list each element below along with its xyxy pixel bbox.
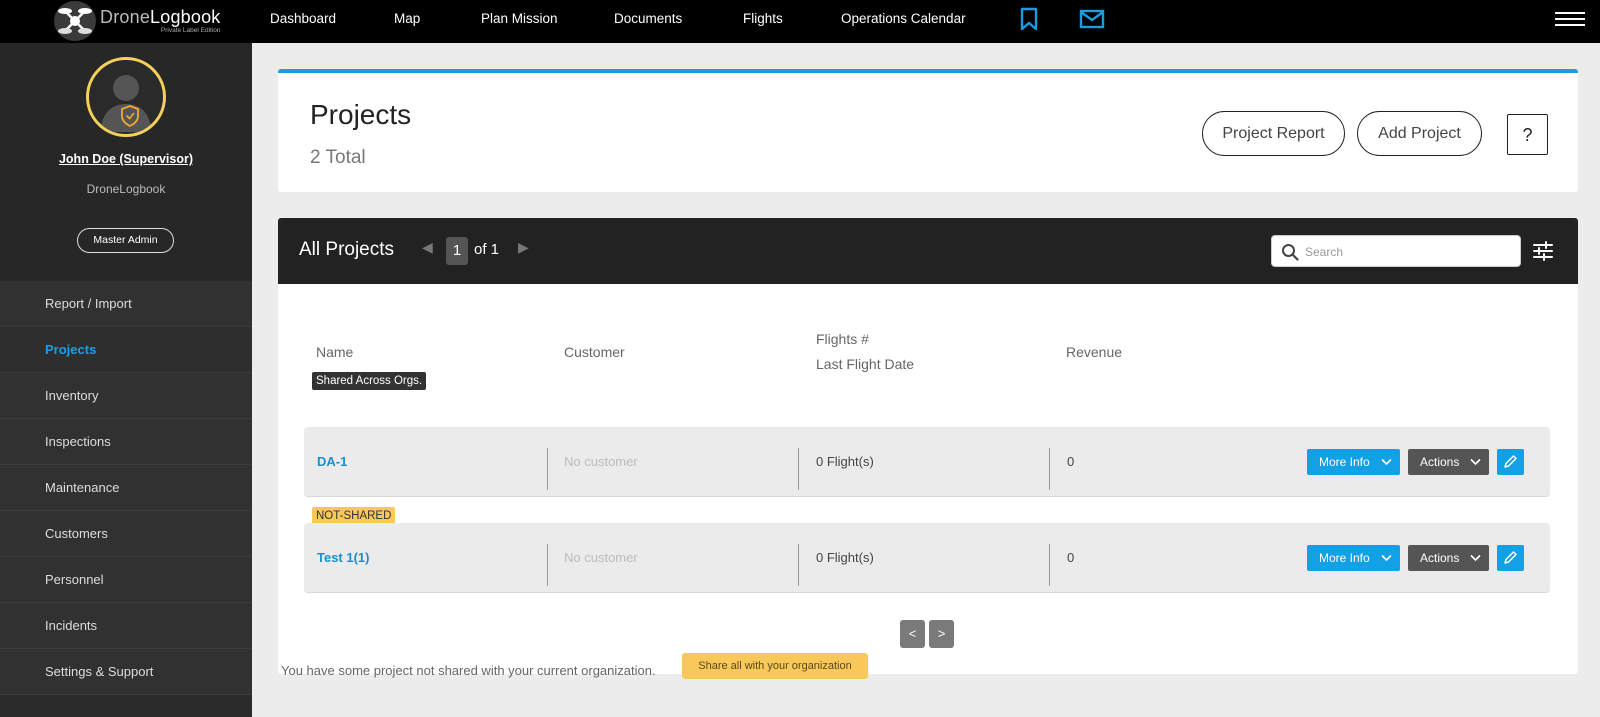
add-project-button[interactable]: Add Project	[1357, 111, 1482, 156]
logo-title: DroneLogbook	[100, 6, 221, 27]
actions-label: Actions	[1420, 551, 1460, 565]
customer-cell: No customer	[564, 454, 638, 469]
logo-subtitle: Private Label Edition	[160, 26, 221, 34]
sidebar-item-customers[interactable]: Customers	[0, 511, 252, 557]
actions-dropdown-button[interactable]: Actions	[1408, 545, 1489, 571]
actions-label: Actions	[1420, 455, 1460, 469]
actions-dropdown-button[interactable]: Actions	[1408, 449, 1489, 475]
table-row: Test 1(1) No customer 0 Flight(s) 0 More…	[304, 523, 1550, 593]
search-input[interactable]	[1305, 242, 1510, 262]
list-header: All Projects ◀ 1 of 1 ▶	[278, 218, 1578, 284]
chevron-down-icon	[1470, 458, 1481, 466]
flights-cell: 0 Flight(s)	[816, 454, 874, 469]
more-info-button[interactable]: More Info	[1307, 449, 1400, 475]
more-info-button[interactable]: More Info	[1307, 545, 1400, 571]
role-badge[interactable]: Master Admin	[77, 228, 174, 253]
user-name-link[interactable]: John Doe (Supervisor)	[0, 152, 252, 166]
project-count: 2 Total	[310, 147, 366, 168]
column-divider	[547, 544, 548, 586]
page-header-card: Projects 2 Total Project Report Add Proj…	[278, 69, 1578, 192]
organization-name: DroneLogbook	[86, 182, 166, 196]
avatar[interactable]	[86, 57, 166, 137]
column-divider	[547, 448, 548, 490]
search-icon	[1282, 244, 1299, 261]
nav-map[interactable]: Map	[394, 0, 420, 37]
drone-logo-icon	[54, 1, 96, 41]
sidebar-item-inventory[interactable]: Inventory	[0, 373, 252, 419]
sidebar-item-inspections[interactable]: Inspections	[0, 419, 252, 465]
nav-documents[interactable]: Documents	[614, 0, 682, 37]
sidebar-item-maintenance[interactable]: Maintenance	[0, 465, 252, 511]
sidebar-item-incidents[interactable]: Incidents	[0, 603, 252, 649]
more-info-label: More Info	[1319, 455, 1370, 469]
bookmark-icon[interactable]	[1016, 6, 1042, 32]
main-content: Projects 2 Total Project Report Add Proj…	[252, 43, 1600, 717]
help-button[interactable]: ?	[1507, 114, 1548, 155]
column-divider	[1049, 448, 1050, 490]
sidebar-menu: Report / Import Projects Inventory Inspe…	[0, 281, 252, 695]
prev-page-button[interactable]: <	[900, 620, 925, 648]
revenue-cell: 0	[1067, 550, 1075, 565]
chevron-down-icon	[1381, 554, 1392, 562]
sidebar-item-projects[interactable]: Projects	[0, 327, 252, 373]
column-divider	[798, 544, 799, 586]
projects-list-card: All Projects ◀ 1 of 1 ▶ Name Customer Fl…	[278, 218, 1578, 674]
filter-sliders-icon[interactable]	[1532, 240, 1554, 262]
nav-flights[interactable]: Flights	[743, 0, 783, 37]
hamburger-menu-icon[interactable]	[1555, 12, 1585, 30]
next-page-button[interactable]: >	[929, 620, 954, 648]
edit-pencil-icon[interactable]	[1497, 545, 1524, 571]
column-header-customer: Customer	[564, 344, 625, 360]
nav-operations-calendar[interactable]: Operations Calendar	[841, 0, 966, 37]
pager-next-icon[interactable]: ▶	[518, 239, 529, 256]
nav-dashboard[interactable]: Dashboard	[270, 0, 336, 37]
page-title: Projects	[310, 99, 412, 130]
pager-prev-icon[interactable]: ◀	[422, 239, 433, 256]
sidebar: John Doe (Supervisor) DroneLogbook Maste…	[0, 43, 252, 717]
not-shared-notice: You have some project not shared with yo…	[281, 663, 656, 678]
pager-total-pages: of 1	[474, 241, 500, 258]
edit-pencil-icon[interactable]	[1497, 449, 1524, 475]
chevron-down-icon	[1470, 554, 1481, 562]
list-title: All Projects	[299, 239, 395, 260]
more-info-label: More Info	[1319, 551, 1370, 565]
search-box	[1271, 235, 1521, 267]
user-profile: John Doe (Supervisor) DroneLogbook Maste…	[0, 43, 252, 281]
column-divider	[798, 448, 799, 490]
mail-icon[interactable]	[1079, 6, 1105, 32]
project-name-link[interactable]: Test 1(1)	[317, 523, 370, 593]
column-header-last-flight-date: Last Flight Date	[816, 356, 915, 372]
share-all-button[interactable]: Share all with your organization	[682, 653, 868, 679]
column-header-flights: Flights #	[816, 331, 869, 347]
project-report-button[interactable]: Project Report	[1202, 111, 1345, 156]
app-logo[interactable]: DroneLogbook Private Label Edition	[54, 1, 221, 41]
nav-plan-mission[interactable]: Plan Mission	[481, 0, 558, 37]
pager-current-page: 1	[446, 237, 468, 265]
column-divider	[1049, 544, 1050, 586]
project-name-link[interactable]: DA-1	[317, 427, 347, 497]
column-header-revenue: Revenue	[1066, 344, 1123, 360]
customer-cell: No customer	[564, 550, 638, 565]
sidebar-item-report-import[interactable]: Report / Import	[0, 281, 252, 327]
chevron-down-icon	[1381, 458, 1392, 466]
revenue-cell: 0	[1067, 454, 1075, 469]
table-row: DA-1 No customer 0 Flight(s) 0 More Info…	[304, 427, 1550, 497]
sidebar-item-settings-support[interactable]: Settings & Support	[0, 649, 252, 695]
flights-cell: 0 Flight(s)	[816, 550, 874, 565]
shared-status-badge: Shared Across Orgs.	[312, 372, 427, 390]
column-header-name: Name	[316, 344, 354, 360]
top-navbar: DroneLogbook Private Label Edition Dashb…	[0, 0, 1600, 43]
sidebar-item-personnel[interactable]: Personnel	[0, 557, 252, 603]
